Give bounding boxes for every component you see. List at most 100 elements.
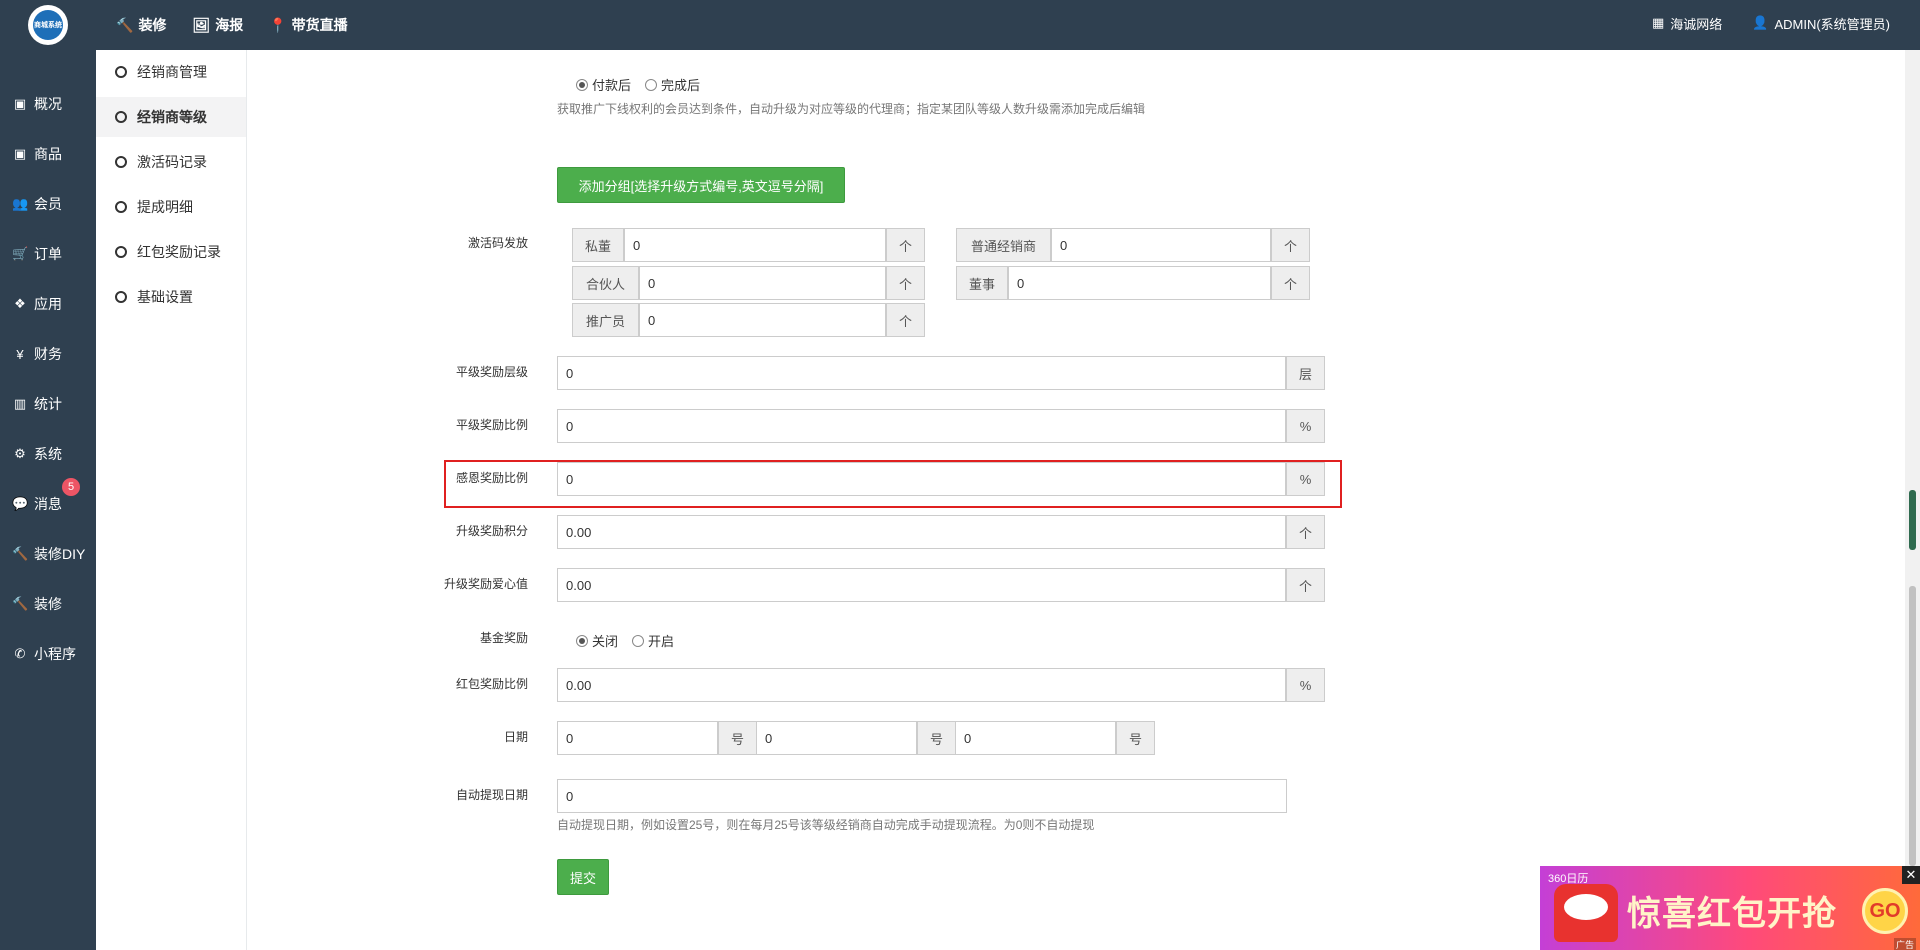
- upgrade-points-input[interactable]: [566, 524, 1285, 540]
- sidebar-item-finance[interactable]: ¥ 财务: [0, 334, 96, 374]
- field-addon: 私董: [572, 228, 624, 262]
- sidebar-item-apps[interactable]: ❖ 应用: [0, 284, 96, 324]
- radio-unchecked-icon: [632, 634, 645, 647]
- radio-fund-on[interactable]: 开启: [632, 631, 674, 650]
- topnav-label: 海报: [215, 17, 244, 33]
- activation-director-input[interactable]: [1017, 275, 1270, 291]
- submenu-item-label: 红包奖励记录: [137, 244, 221, 260]
- upgrade-love-input[interactable]: [566, 577, 1285, 593]
- upgrade-points-group: 个: [557, 515, 1325, 549]
- user-menu[interactable]: 👤 ADMIN(系统管理员): [1752, 14, 1890, 33]
- field-input-wrap: [557, 515, 1286, 549]
- main-form: 付款后 完成后 获取推广下线权利的会员达到条件，自动升级为对应等级的代理商；指定…: [248, 50, 1900, 950]
- sidebar-item-diy[interactable]: 🔨 装修DIY: [0, 534, 96, 574]
- ad-go-button[interactable]: GO: [1862, 888, 1908, 934]
- field-unit: 个: [886, 228, 925, 262]
- sidebar-item-miniprogram[interactable]: ✆ 小程序: [0, 634, 96, 674]
- circle-icon: [115, 66, 127, 78]
- topnav-decoration[interactable]: 🔨 装修: [116, 15, 166, 35]
- submenu-item-commission[interactable]: 提成明细: [96, 187, 246, 227]
- submenu-item-label: 基础设置: [137, 289, 193, 305]
- sidebar-item-members[interactable]: 👥 会员: [0, 184, 96, 224]
- field-input-wrap: [557, 721, 718, 755]
- main-sidebar: ▣ 概况 ▣ 商品 👥 会员 🛒 订单 ❖ 应用 ¥ 财务 ▥ 统计 ⚙ 系统 …: [0, 50, 96, 950]
- box-icon: ▣: [13, 146, 27, 161]
- ad-banner[interactable]: 360日历 惊喜红包开抢 GO ✕ 广告: [1540, 866, 1920, 950]
- close-icon[interactable]: ✕: [1902, 866, 1920, 884]
- radio-after-payment[interactable]: 付款后: [576, 75, 631, 94]
- yen-icon: ¥: [16, 346, 24, 362]
- field-input-wrap: [639, 303, 886, 337]
- field-input-wrap: [1051, 228, 1271, 262]
- topnav-poster[interactable]: 🖼 海报: [192, 15, 243, 35]
- field-input-wrap: [557, 668, 1286, 702]
- sidebar-item-goods[interactable]: ▣ 商品: [0, 134, 96, 174]
- sidebar-item-orders[interactable]: 🛒 订单: [0, 234, 96, 274]
- activation-promoter-input[interactable]: [648, 312, 885, 328]
- date-input-2[interactable]: [765, 730, 916, 746]
- topnav-label: 带货直播: [291, 17, 348, 33]
- auto-withdraw-help: 自动提现日期，例如设置25号，则在每月25号该等级经销商自动完成手动提现流程。为…: [557, 818, 1095, 832]
- logo[interactable]: 商城系统: [0, 0, 96, 50]
- activation-field-dealer: 普通经销商 个: [956, 228, 1310, 262]
- radio-label: 关闭: [592, 634, 619, 649]
- sidebar-item-label: 统计: [34, 396, 62, 412]
- activation-partner-input[interactable]: [648, 275, 885, 291]
- top-header: 商城系统 🔨 装修 🖼 海报 📍 带货直播 ▦ 海诚网络 👤 ADMIN(系统管…: [0, 0, 1920, 50]
- vertical-scrollbar[interactable]: [1905, 50, 1920, 866]
- field-input-wrap: [955, 721, 1116, 755]
- level-ratio-input[interactable]: [566, 418, 1285, 434]
- topnav-live[interactable]: 📍 带货直播: [269, 15, 347, 35]
- submenu-item-label: 经销商管理: [137, 64, 207, 80]
- logo-badge: 商城系统: [28, 5, 68, 45]
- sidebar-item-label: 概况: [34, 96, 62, 112]
- submenu-item-dealer-level[interactable]: 经销商等级: [96, 97, 246, 137]
- submenu-item-dealer-manage[interactable]: 经销商管理: [96, 52, 246, 92]
- message-count-badge: 5: [62, 478, 80, 496]
- submenu-item-redpacket-records[interactable]: 红包奖励记录: [96, 232, 246, 272]
- upgrade-love-label: 升级奖励爱心值: [443, 577, 528, 591]
- sidebar-item-overview[interactable]: ▣ 概况: [0, 84, 96, 124]
- level-layers-input[interactable]: [566, 365, 1285, 381]
- scroll-track-segment: [1909, 586, 1916, 866]
- activation-label: 激活码发放: [467, 236, 528, 250]
- date-input-3[interactable]: [964, 730, 1115, 746]
- ad-title: 惊喜红包开抢: [1627, 895, 1837, 933]
- auto-withdraw-input[interactable]: [566, 788, 1286, 804]
- sidebar-item-system[interactable]: ⚙ 系统: [0, 434, 96, 474]
- activation-private-input[interactable]: [633, 237, 885, 253]
- sidebar-item-decoration[interactable]: 🔨 装修: [0, 584, 96, 624]
- sidebar-item-messages[interactable]: 💬 消息 5: [0, 478, 96, 524]
- chat-icon: 💬: [12, 496, 29, 511]
- date-group-1: 号: [557, 721, 757, 755]
- date-input-1[interactable]: [566, 730, 717, 746]
- topnav-label: 装修: [138, 17, 167, 33]
- sidebar-item-stats[interactable]: ▥ 统计: [0, 384, 96, 424]
- radio-fund-off[interactable]: 关闭: [576, 631, 618, 650]
- sidebar-item-label: 商品: [34, 146, 62, 162]
- sidebar-item-label: 小程序: [34, 646, 76, 662]
- add-group-button[interactable]: 添加分组[选择升级方式编号,英文逗号分隔]: [557, 167, 845, 203]
- radio-checked-icon: [576, 78, 588, 91]
- submit-button[interactable]: 提交: [557, 859, 609, 895]
- cubes-icon: ❖: [14, 296, 26, 311]
- field-unit: %: [1286, 668, 1325, 702]
- gratitude-ratio-input[interactable]: [566, 471, 1285, 487]
- circle-icon: [115, 111, 127, 123]
- redpacket-ratio-input[interactable]: [566, 677, 1285, 693]
- radio-after-complete[interactable]: 完成后: [645, 75, 700, 94]
- upgrade-points-label: 升级奖励积分: [455, 524, 528, 538]
- sidebar-item-label: 财务: [34, 346, 62, 362]
- field-addon: 合伙人: [572, 266, 639, 300]
- level-layers-group: 层: [557, 356, 1325, 390]
- sidebar-item-label: 消息: [34, 496, 62, 512]
- cat-mascot-icon: [1554, 884, 1618, 942]
- submenu-item-basic-settings[interactable]: 基础设置: [96, 277, 246, 317]
- field-unit: 号: [1116, 721, 1155, 755]
- brand-link[interactable]: ▦ 海诚网络: [1652, 14, 1722, 33]
- submenu-item-activation-records[interactable]: 激活码记录: [96, 142, 246, 182]
- user-name: ADMIN(系统管理员): [1774, 16, 1890, 32]
- scroll-thumb[interactable]: [1909, 490, 1916, 550]
- field-unit: 个: [1286, 515, 1325, 549]
- activation-dealer-input[interactable]: [1060, 237, 1270, 253]
